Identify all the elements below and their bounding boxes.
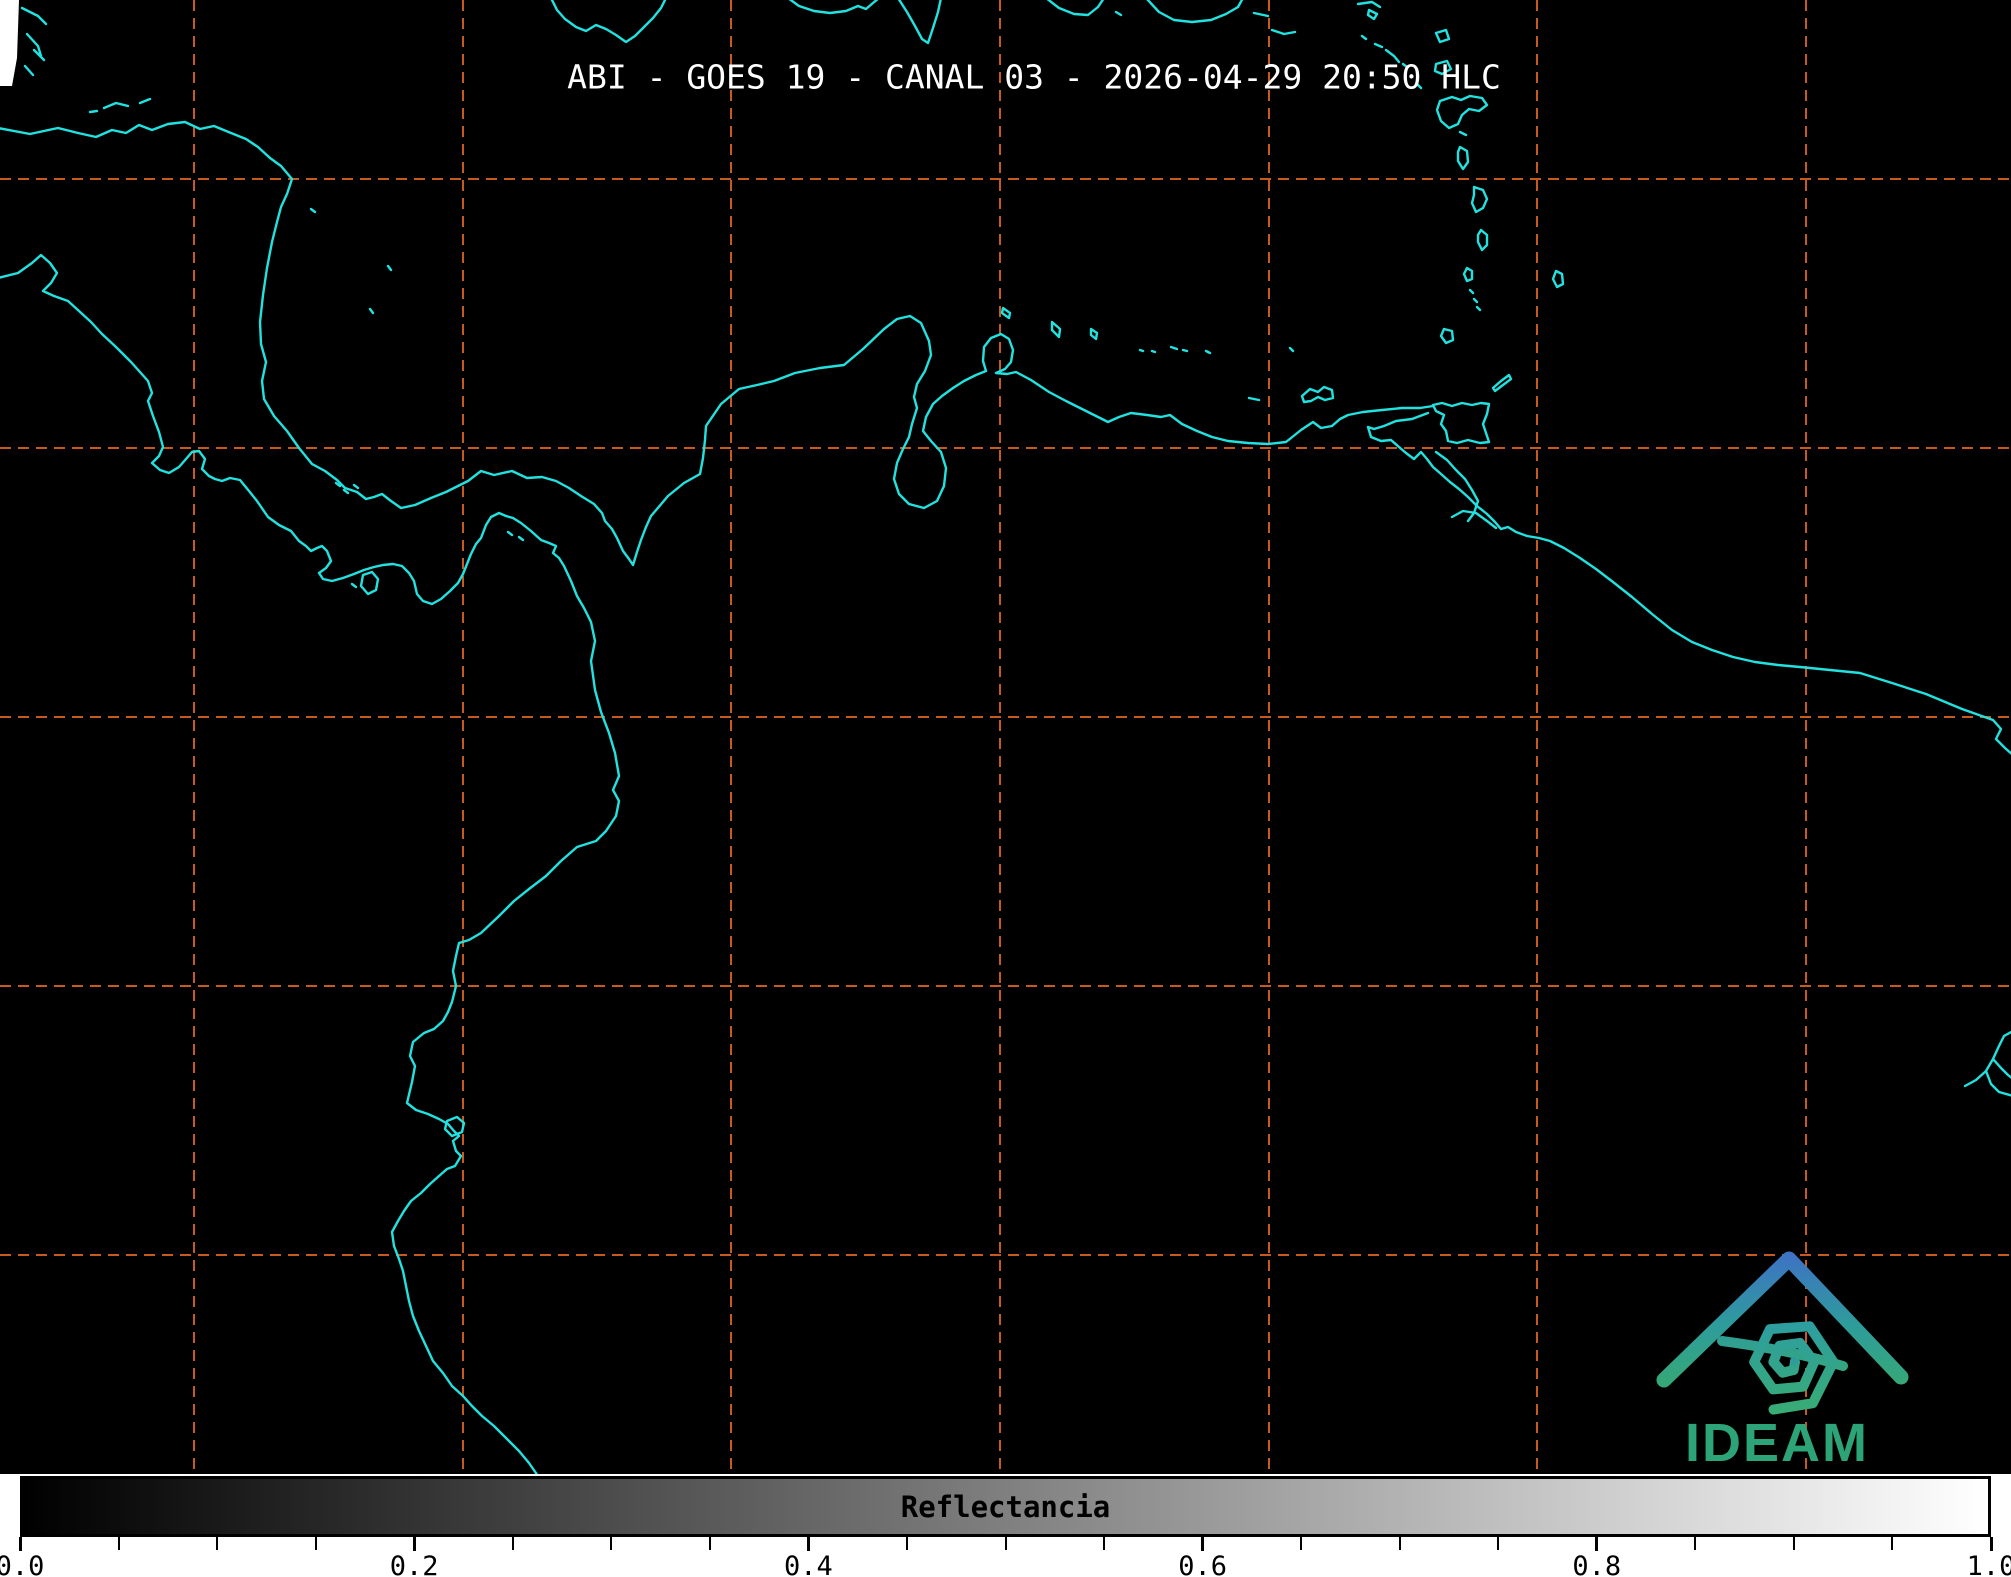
colorbar-minor-tick xyxy=(1398,1537,1401,1550)
colorbar-tick-label: 0.2 xyxy=(389,1551,439,1577)
colorbar-minor-tick xyxy=(1694,1537,1697,1550)
coastlines xyxy=(0,0,2011,1474)
ideam-logo: IDEAM xyxy=(1656,1251,1909,1473)
colorbar-label: Reflectancia xyxy=(900,1489,1111,1524)
colorbar-minor-tick xyxy=(1891,1537,1894,1550)
coast-orinoco-guianas xyxy=(1366,411,2011,755)
colorbar-tick-label: 0.6 xyxy=(1178,1551,1227,1577)
colorbar-minor-tick xyxy=(905,1537,908,1550)
product-title: ABI - GOES 19 - CANAL 03 - 2026-04-29 20… xyxy=(567,57,1501,97)
colorbar-major-tick xyxy=(412,1537,416,1551)
colorbar-minor-tick xyxy=(1300,1537,1303,1550)
colorbar-tick-label: 1.0 xyxy=(1966,1551,2011,1577)
colorbar-tick-label: 0.0 xyxy=(0,1551,45,1577)
latlon-gridlines xyxy=(0,0,2011,1474)
colorbar-minor-tick xyxy=(708,1537,711,1550)
colorbar-minor-tick xyxy=(1497,1537,1500,1550)
colorbar-minor-tick xyxy=(1103,1537,1106,1550)
ideam-mountain-icon xyxy=(1656,1251,1909,1388)
colorbar-minor-tick xyxy=(610,1537,613,1550)
coast-caribbean-mainland xyxy=(0,120,1435,567)
reflectance-colorbar: Reflectancia xyxy=(20,1476,1991,1537)
ideam-spiral-center xyxy=(1790,1357,1798,1365)
colorbar-major-tick xyxy=(806,1537,810,1551)
coast-orinoco-channels xyxy=(1434,450,1498,530)
coast-amazon-estuary xyxy=(1963,1030,2011,1097)
coast-pacific xyxy=(0,253,621,1474)
ideam-logo-text: IDEAM xyxy=(1685,1413,1869,1473)
colorbar-footer: Reflectancia 0.0 0.2 0.4 0.6 0.8 1.0 xyxy=(0,1474,2011,1577)
colorbar-minor-tick xyxy=(216,1537,219,1550)
colorbar-minor-tick xyxy=(117,1537,120,1550)
satellite-map: IDEAM ABI - GOES 19 - CANAL 03 - 2026-04… xyxy=(0,0,2011,1474)
colorbar-minor-tick xyxy=(1792,1537,1795,1550)
islands xyxy=(20,0,1565,1138)
colorbar-major-tick xyxy=(1989,1537,1993,1551)
colorbar-tick-label: 0.4 xyxy=(784,1551,833,1577)
colorbar-major-tick xyxy=(1595,1537,1599,1551)
scene-edge-artifact xyxy=(0,0,19,86)
colorbar-minor-tick xyxy=(511,1537,514,1550)
colorbar-major-tick xyxy=(18,1537,22,1551)
colorbar-major-tick xyxy=(1201,1537,1205,1551)
colorbar-minor-tick xyxy=(1004,1537,1007,1550)
ideam-spiral-icon xyxy=(1749,1321,1839,1415)
map-canvas: IDEAM xyxy=(0,0,2011,1474)
satellite-product-screen: IDEAM ABI - GOES 19 - CANAL 03 - 2026-04… xyxy=(0,0,2011,1577)
colorbar-tick-label: 0.8 xyxy=(1572,1551,1622,1577)
colorbar-minor-tick xyxy=(314,1537,317,1550)
